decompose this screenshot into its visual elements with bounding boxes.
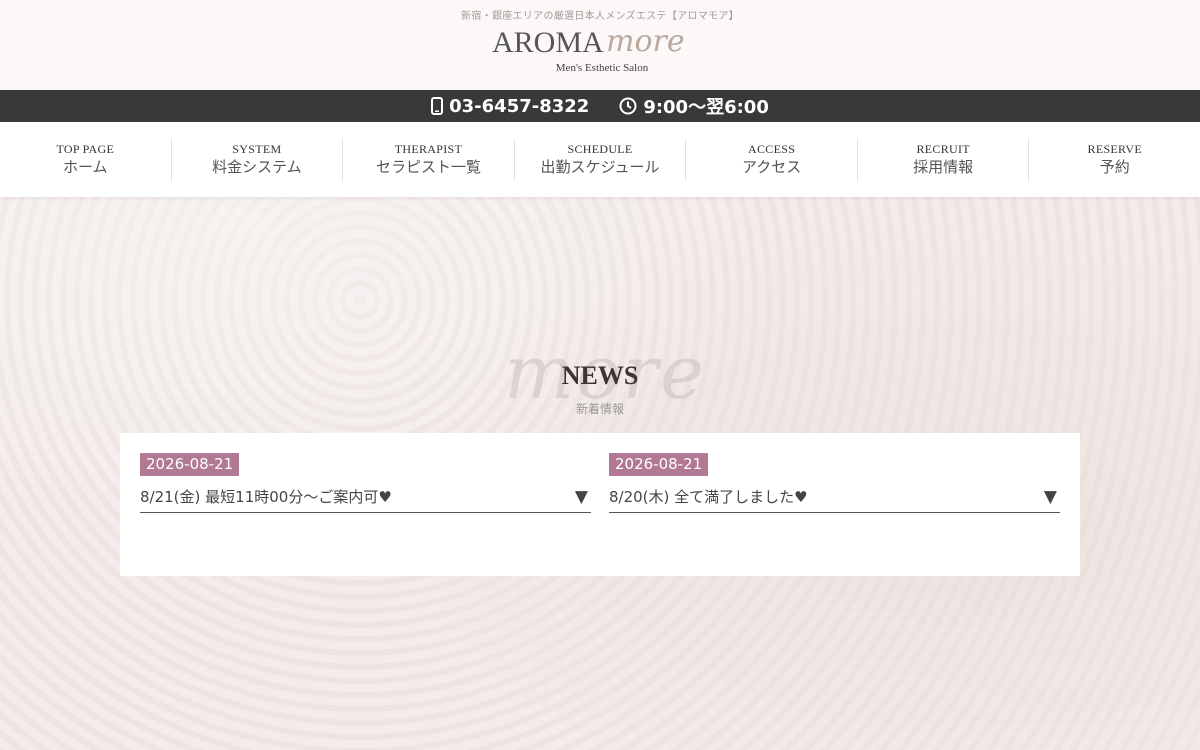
nav-item-ja-label: 料金システム — [212, 157, 302, 176]
news-item: 2026-08-21 8/21(金) 最短11時00分〜ご案内可♥ ▼ — [140, 453, 591, 513]
clock-icon — [619, 97, 637, 115]
nav-item-reserve[interactable]: RESERVE 予約 — [1029, 139, 1200, 181]
triangle-down-icon[interactable]: ▼ — [575, 487, 591, 507]
news-accordion-header[interactable]: 8/20(木) 全て満了しました♥ ▼ — [609, 481, 1060, 513]
mobile-phone-icon — [431, 97, 444, 115]
nav-item-ja-label: 採用情報 — [913, 157, 974, 176]
nav-item-ja-label: 予約 — [1099, 157, 1130, 176]
logo-script-text: more — [606, 24, 685, 59]
site-header: 新宿・銀座エリアの厳選日本人メンズエステ【アロマモア】 AROMA more M… — [0, 0, 1200, 90]
phone-link[interactable]: 03-6457-8322 — [431, 96, 589, 117]
nav-item-ja-label: ホーム — [63, 157, 108, 176]
nav-item-top-page[interactable]: TOP PAGE ホーム — [0, 138, 172, 181]
nav-item-recruit[interactable]: RECRUIT 採用情報 — [858, 138, 1030, 181]
news-heading: more NEWS 新着情報 — [0, 330, 1200, 430]
news-date-badge: 2026-08-21 — [609, 453, 709, 476]
news-date-badge: 2026-08-21 — [140, 453, 240, 476]
nav-item-en-label: ACCESS — [748, 141, 796, 156]
nav-item-system[interactable]: SYSTEM 料金システム — [172, 138, 344, 181]
site-tagline: 新宿・銀座エリアの厳選日本人メンズエステ【アロマモア】 — [461, 11, 739, 22]
news-subtitle: 新着情報 — [575, 402, 624, 416]
nav-item-en-label: RESERVE — [1087, 141, 1142, 156]
nav-item-en-label: THERAPIST — [394, 141, 463, 156]
business-hours: 9:00〜翌6:00 — [619, 93, 769, 119]
news-list: 2026-08-21 8/21(金) 最短11時00分〜ご案内可♥ ▼ 2026… — [120, 433, 1080, 576]
contact-bar: 03-6457-8322 9:00〜翌6:00 — [0, 90, 1200, 122]
nav-item-schedule[interactable]: SCHEDULE 出勤スケジュール — [515, 138, 687, 181]
news-accordion-header[interactable]: 8/21(金) 最短11時00分〜ご案内可♥ ▼ — [140, 481, 591, 513]
news-item-title: 8/20(木) 全て満了しました♥ — [609, 488, 808, 506]
nav-item-ja-label: アクセス — [741, 157, 802, 176]
nav-item-en-label: SYSTEM — [232, 141, 282, 156]
phone-number: 03-6457-8322 — [449, 95, 590, 117]
site-logo[interactable]: AROMA more Men's Esthetic Salon — [0, 22, 1200, 82]
logo-subtitle: Men's Esthetic Salon — [555, 62, 649, 74]
nav-item-en-label: RECRUIT — [916, 141, 970, 156]
global-nav: TOP PAGE ホーム SYSTEM 料金システム THERAPIST セラピ… — [0, 122, 1200, 197]
news-item: 2026-08-21 8/20(木) 全て満了しました♥ ▼ — [609, 453, 1060, 513]
nav-item-ja-label: セラピスト一覧 — [375, 157, 481, 176]
nav-item-ja-label: 出勤スケジュール — [540, 157, 660, 176]
nav-item-en-label: TOP PAGE — [56, 141, 115, 156]
nav-item-access[interactable]: ACCESS アクセス — [686, 138, 858, 181]
news-title: NEWS — [561, 361, 639, 390]
news-item-title: 8/21(金) 最短11時00分〜ご案内可♥ — [140, 488, 392, 506]
nav-item-therapist[interactable]: THERAPIST セラピスト一覧 — [343, 138, 515, 181]
triangle-down-icon[interactable]: ▼ — [1044, 487, 1060, 507]
hours-text: 9:00〜翌6:00 — [643, 97, 769, 118]
nav-item-en-label: SCHEDULE — [567, 141, 633, 156]
logo-main-text: AROMA — [492, 26, 604, 59]
